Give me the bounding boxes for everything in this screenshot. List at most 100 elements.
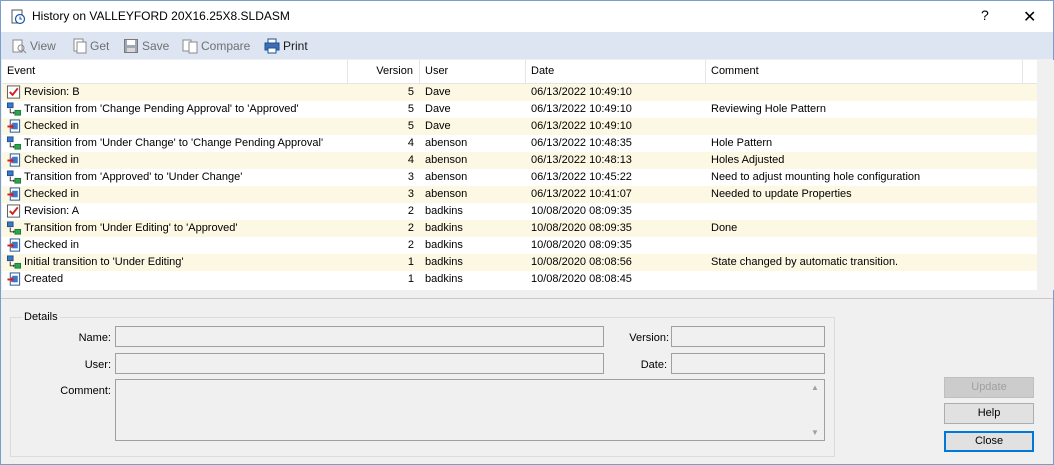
date-cell: 06/13/2022 10:49:10 [531, 120, 632, 132]
version-cell: 1 [407, 273, 414, 285]
close-window-button[interactable]: ✕ [1023, 7, 1036, 27]
user-cell: badkins [425, 222, 463, 234]
version-cell: 5 [407, 103, 414, 115]
table-row[interactable]: Transition from 'Change Pending Approval… [2, 101, 1037, 118]
version-cell: 3 [407, 171, 414, 183]
list-vertical-scrollbar[interactable] [1037, 60, 1054, 290]
column-header-date[interactable]: Date [526, 60, 706, 83]
table-row[interactable]: Revision: B 5 Dave 06/13/2022 10:49:10 [2, 84, 1037, 101]
transition-icon [6, 102, 22, 116]
name-label: Name: [78, 332, 111, 344]
table-row[interactable]: Checked in 3 abenson 06/13/2022 10:41:07 Nee… [2, 186, 1037, 203]
view-button[interactable]: View [11, 37, 56, 54]
checkin-icon [7, 272, 21, 286]
user-cell: badkins [425, 205, 463, 217]
close-button[interactable]: Close [944, 431, 1034, 452]
event-cell: Revision: A [24, 205, 80, 217]
user-cell: Dave [425, 86, 451, 98]
user-cell: Dave [425, 103, 451, 115]
compare-icon [182, 39, 198, 53]
get-button[interactable]: Get [71, 37, 109, 54]
table-row[interactable]: Initial transition to 'Under Editing' 1 ba… [2, 254, 1037, 271]
column-header-user[interactable]: User [420, 60, 526, 83]
user-cell: badkins [425, 273, 463, 285]
comment-cell [711, 118, 1031, 135]
event-cell: Initial transition to 'Under Editing' [24, 256, 184, 268]
table-row[interactable]: Transition from 'Under Change' to 'Chang… [2, 135, 1037, 152]
user-cell: abenson [425, 137, 468, 149]
transition-icon [6, 170, 22, 184]
title-bar: History on VALLEYFORD 20X16.25X8.SLDASM … [1, 1, 1053, 32]
comment-scrollbar[interactable]: ▲ ▼ [808, 380, 824, 440]
get-label: Get [90, 38, 110, 53]
update-button[interactable]: Update [944, 377, 1034, 398]
date-cell: 10/08/2020 08:09:35 [531, 222, 632, 234]
date-cell: 10/08/2020 08:09:35 [531, 205, 632, 217]
help-title-button[interactable]: ? [981, 7, 989, 23]
revision-icon [6, 204, 21, 218]
history-app-icon [11, 9, 26, 25]
table-row[interactable]: Created 1 badkins 10/08/2020 08:08:45 [2, 271, 1037, 288]
table-row[interactable]: Checked in 2 badkins 10/08/2020 08:09:35 [2, 237, 1037, 254]
comment-cell: Reviewing Hole Pattern [711, 103, 826, 115]
column-header-event[interactable]: Event [2, 60, 348, 83]
event-cell: Transition from 'Under Editing' to 'Appr… [24, 222, 238, 234]
user-field[interactable] [115, 353, 604, 374]
version-cell: 2 [407, 239, 414, 251]
checkin-icon [7, 153, 21, 167]
version-cell: 5 [407, 120, 414, 132]
comment-textarea[interactable]: ▲ ▼ [115, 379, 825, 441]
date-label: Date: [640, 359, 667, 371]
comment-cell: Need to adjust mounting hole configurati… [711, 171, 921, 183]
checkin-icon [7, 119, 21, 133]
column-header-comment[interactable]: Comment [706, 60, 1023, 83]
transition-icon [6, 221, 22, 235]
list-horizontal-scrollbar[interactable] [2, 290, 1037, 298]
history-dialog: History on VALLEYFORD 20X16.25X8.SLDASM … [0, 0, 1054, 465]
print-icon [264, 38, 280, 53]
event-cell: Transition from 'Change Pending Approval… [24, 103, 299, 115]
date-field[interactable] [671, 353, 825, 374]
scroll-up-icon[interactable]: ▲ [811, 383, 819, 392]
version-cell: 4 [407, 137, 414, 149]
version-field[interactable] [671, 326, 825, 347]
comment-cell [711, 271, 1031, 288]
version-cell: 4 [407, 154, 414, 166]
help-button[interactable]: Help [944, 403, 1034, 424]
user-cell: abenson [425, 171, 468, 183]
column-header-version[interactable]: Version [348, 60, 420, 83]
transition-icon [6, 136, 22, 150]
list-header: Event Version User Date Comment [2, 60, 1037, 84]
user-cell: badkins [425, 256, 463, 268]
comment-cell: Done [711, 222, 738, 234]
event-cell: Transition from 'Approved' to 'Under Cha… [24, 171, 243, 183]
date-cell: 06/13/2022 10:41:07 [531, 188, 632, 200]
checkin-icon [7, 238, 21, 252]
view-icon [12, 39, 27, 53]
comment-cell: Holes Adjusted [711, 154, 785, 166]
comment-cell [711, 237, 1031, 254]
compare-button[interactable]: Compare [182, 37, 250, 54]
splitter[interactable] [1, 298, 1053, 299]
table-row[interactable]: Checked in 4 abenson 06/13/2022 10:48:13 Hol… [2, 152, 1037, 169]
date-cell: 06/13/2022 10:48:13 [531, 154, 632, 166]
details-group: Details Name: Version: User: Date: Comme… [10, 311, 835, 457]
scroll-down-icon[interactable]: ▼ [811, 428, 819, 437]
save-label: Save [142, 38, 170, 53]
date-cell: 06/13/2022 10:48:35 [531, 137, 632, 149]
version-cell: 2 [407, 222, 414, 234]
print-button[interactable]: Print [264, 37, 308, 54]
user-cell: abenson [425, 188, 468, 200]
window-title: History on VALLEYFORD 20X16.25X8.SLDASM [32, 9, 290, 23]
toolbar: View Get Save Compare Print [1, 32, 1053, 59]
version-cell: 2 [407, 205, 414, 217]
history-rows: Revision: B 5 Dave 06/13/2022 10:49:10 Trans… [2, 84, 1037, 288]
table-row[interactable]: Transition from 'Under Editing' to 'Appr… [2, 220, 1037, 237]
name-field[interactable] [115, 326, 604, 347]
history-list[interactable]: Event Version User Date Comment Revision… [2, 60, 1037, 290]
table-row[interactable]: Revision: A 2 badkins 10/08/2020 08:09:35 [2, 203, 1037, 220]
table-row[interactable]: Checked in 5 Dave 06/13/2022 10:49:10 [2, 118, 1037, 135]
save-button[interactable]: Save [123, 37, 169, 54]
table-row[interactable]: Transition from 'Approved' to 'Under Cha… [2, 169, 1037, 186]
event-cell: Created [24, 273, 64, 285]
